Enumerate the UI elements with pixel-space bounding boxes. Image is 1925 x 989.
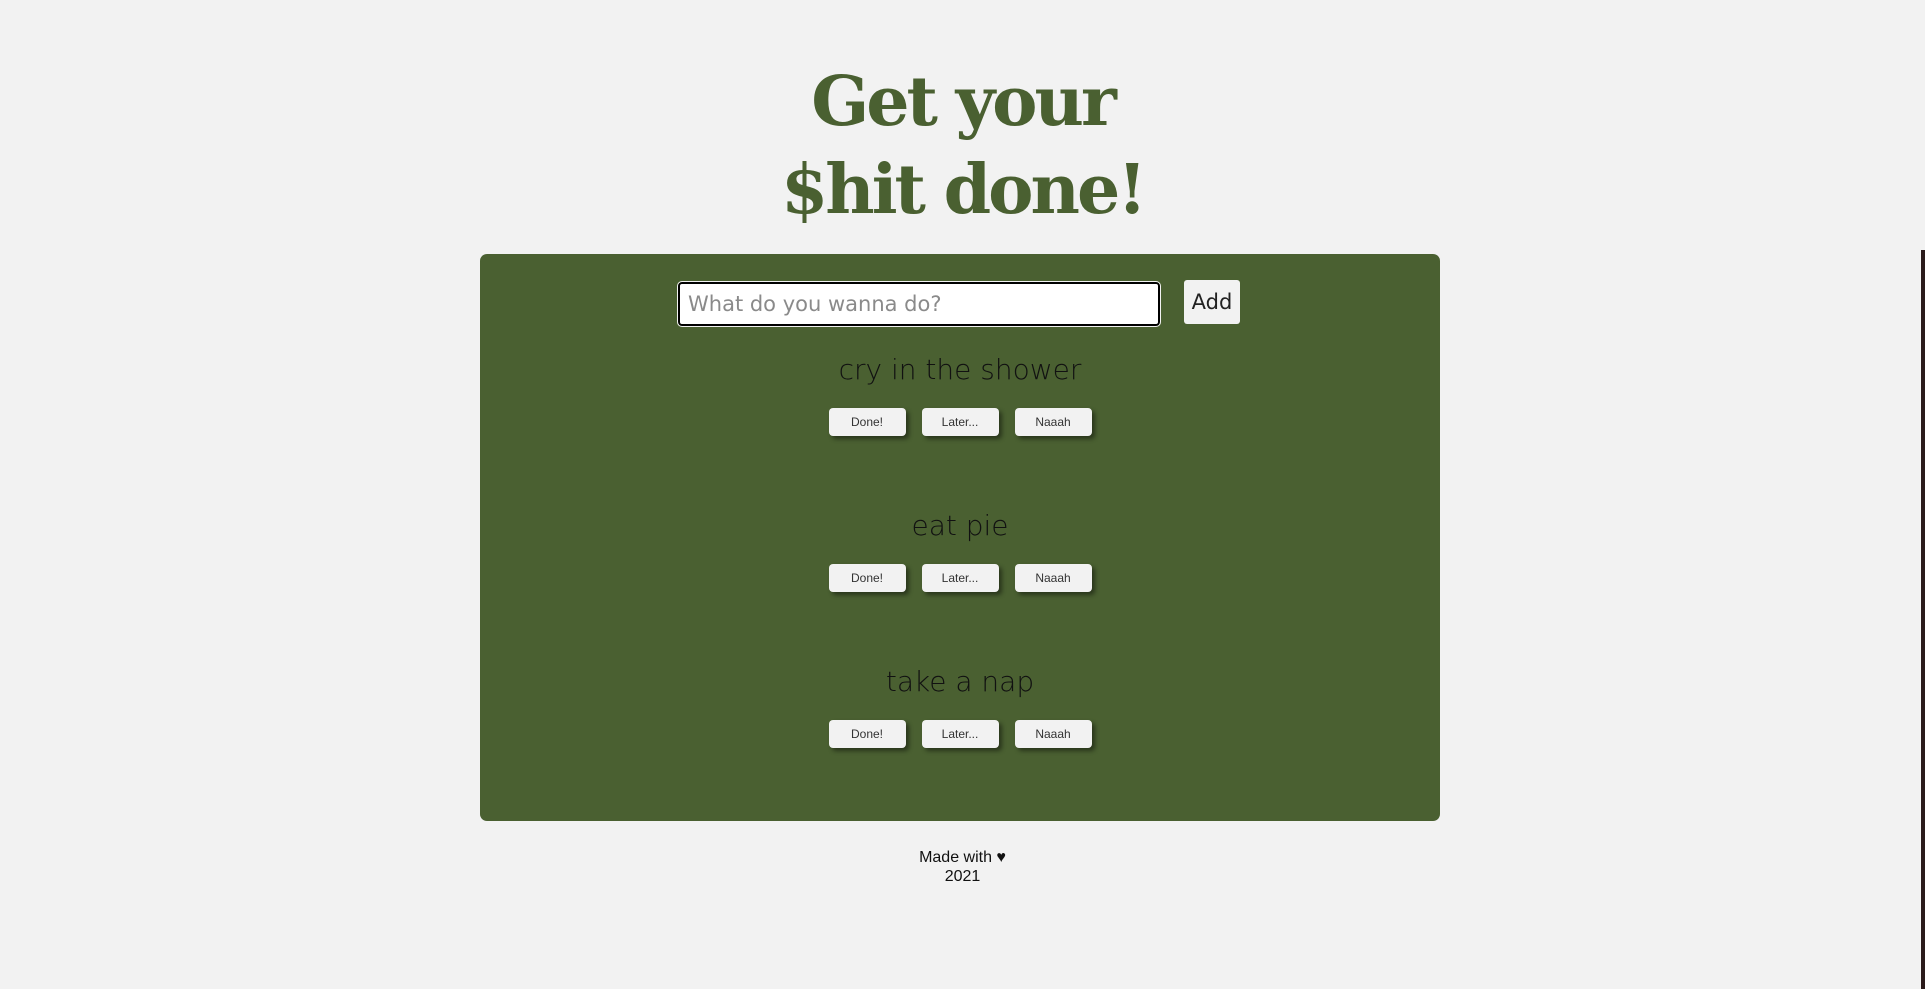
later-button[interactable]: Later... [921,564,999,592]
naaah-button[interactable]: Naaah [1014,564,1092,592]
task-title: take a nap [885,665,1035,698]
done-button[interactable]: Done! [828,720,906,748]
add-task-form: Add [480,280,1440,328]
naaah-button[interactable]: Naaah [1014,720,1092,748]
task-item: cry in the shower Done! Later... Naaah [480,350,1440,436]
add-button[interactable]: Add [1184,280,1240,324]
window-edge [1921,250,1925,989]
task-item: take a nap Done! Later... Naaah [480,662,1440,748]
footer-year: 2021 [944,868,981,885]
task-actions: Done! Later... Naaah [480,408,1440,436]
task-actions: Done! Later... Naaah [480,564,1440,592]
naaah-button[interactable]: Naaah [1014,408,1092,436]
task-actions: Done! Later... Naaah [480,720,1440,748]
footer: Made with ♥ 2021 [0,848,1925,886]
made-with-text: Made with ♥ [919,849,1006,866]
later-button[interactable]: Later... [921,408,999,436]
task-item: eat pie Done! Later... Naaah [480,506,1440,592]
title-line-2: $hit done! [780,150,1147,230]
page-title: Get your $hit done! [0,58,1925,234]
task-input[interactable] [677,281,1161,327]
todo-panel: Add cry in the shower Done! Later... Naa… [480,254,1440,821]
later-button[interactable]: Later... [921,720,999,748]
title-line-1: Get your [811,62,1117,142]
task-title: cry in the shower [838,353,1082,386]
task-title: eat pie [911,509,1009,542]
page: Get your $hit done! Add cry in the showe… [0,0,1925,989]
done-button[interactable]: Done! [828,564,906,592]
done-button[interactable]: Done! [828,408,906,436]
